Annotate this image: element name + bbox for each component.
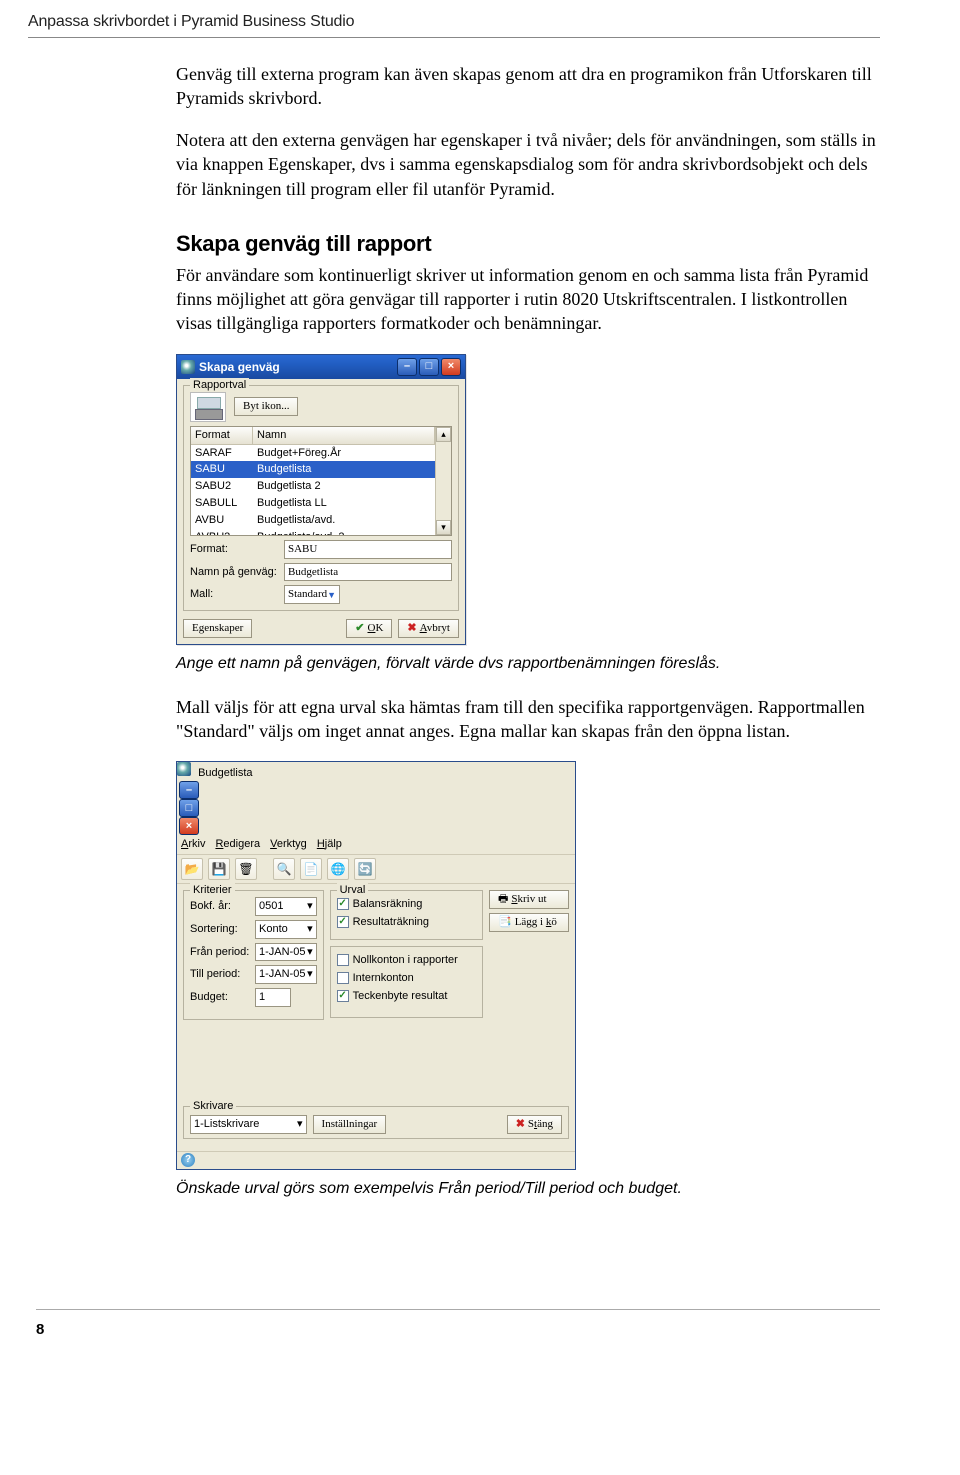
queue-icon: 📑	[498, 915, 512, 930]
group-kriterier: Kriterier	[190, 883, 235, 898]
caption-2: Önskade urval görs som exempelvis Från p…	[176, 1178, 880, 1200]
bokfar-field[interactable]: 0501▾	[255, 897, 317, 916]
scrollbar[interactable]: ▴ ▾	[435, 427, 451, 535]
toolbar-delete-icon[interactable]: 🗑	[235, 858, 257, 880]
header-title: Anpassa skrivbordet i Pyramid Business S…	[28, 13, 354, 30]
group-skrivare: Skrivare	[190, 1099, 236, 1114]
printer-icon	[190, 392, 226, 422]
budget-field[interactable]: 1	[255, 988, 291, 1007]
titlebar[interactable]: Skapa genväg – □ ×	[177, 355, 465, 379]
help-icon[interactable]: ?	[181, 1153, 195, 1167]
label-namn: Namn på genväg:	[190, 565, 280, 580]
print-icon: 🖶	[498, 892, 508, 907]
chevron-down-icon: ▾	[307, 945, 313, 960]
chk-intern[interactable]: Internkonton	[337, 971, 476, 986]
check-icon: ✔	[355, 621, 364, 636]
chevron-down-icon: ▼	[327, 589, 336, 601]
heading-skapa-genvag: Skapa genväg till rapport	[176, 229, 880, 259]
ok-button[interactable]: ✔OK	[346, 619, 392, 638]
mall-dropdown[interactable]: Standard▼	[284, 585, 340, 604]
paragraph-2: Notera att den externa genvägen har egen…	[176, 128, 880, 201]
chk-noll[interactable]: Nollkonton i rapporter	[337, 953, 476, 968]
page-footer: 8	[36, 1309, 880, 1340]
namn-field[interactable]: Budgetlista	[284, 563, 452, 582]
chevron-down-icon: ▾	[307, 967, 313, 982]
toolbar-open-icon[interactable]: 📂	[181, 858, 203, 880]
dialog-skapa-genvag: Skapa genväg – □ × Rapportval Byt ikon..…	[176, 354, 466, 645]
window-title: Budgetlista	[198, 767, 252, 779]
app-icon	[181, 360, 195, 374]
toolbar-find-icon[interactable]: 🔍	[273, 858, 295, 880]
till-field[interactable]: 1-JAN-05▾	[255, 965, 317, 984]
minimize-button[interactable]: –	[179, 781, 199, 799]
close-button[interactable]: ×	[441, 358, 461, 376]
menu-redigera[interactable]: Redigera	[215, 837, 260, 852]
list-row[interactable]: SARAFBudget+Föreg.År	[191, 445, 435, 462]
label-mall: Mall:	[190, 587, 280, 602]
dialog-budgetlista: Budgetlista – □ × Arkiv Redigera Verktyg…	[176, 761, 576, 1170]
chevron-down-icon: ▾	[307, 899, 313, 914]
toolbar-globe-icon[interactable]: 🌐	[327, 858, 349, 880]
skriv-ut-button[interactable]: 🖶Skriv ut	[489, 890, 569, 909]
page-header: Anpassa skrivbordet i Pyramid Business S…	[28, 8, 880, 38]
group-legend: Rapportval	[190, 378, 249, 393]
menu-arkiv[interactable]: Arkiv	[181, 837, 205, 852]
paragraph-3: För användare som kontinuerligt skriver …	[176, 263, 880, 336]
chevron-down-icon: ▾	[307, 922, 313, 937]
window-title: Skapa genväg	[199, 359, 280, 375]
fran-field[interactable]: 1-JAN-05▾	[255, 943, 317, 962]
group-urval-1: Urval	[337, 883, 369, 898]
stang-button[interactable]: ✖Stäng	[507, 1115, 562, 1134]
report-list[interactable]: Format Namn SARAFBudget+Föreg.År SABUBud…	[190, 426, 452, 536]
scroll-up-icon[interactable]: ▴	[436, 427, 451, 442]
list-row[interactable]: SABU2Budgetlista 2	[191, 478, 435, 495]
cancel-icon: ✖	[407, 621, 416, 636]
toolbar-refresh-icon[interactable]: 🔄	[354, 858, 376, 880]
caption-1: Ange ett namn på genvägen, förvalt värde…	[176, 653, 880, 675]
scroll-down-icon[interactable]: ▾	[436, 520, 451, 535]
toolbar: 📂 💾 🗑 🔍 📄 🌐 🔄	[177, 855, 575, 884]
paragraph-4: Mall väljs för att egna urval ska hämtas…	[176, 695, 880, 744]
installningar-button[interactable]: Inställningar	[313, 1115, 387, 1134]
label-format: Format:	[190, 542, 280, 557]
list-header: Format Namn	[191, 427, 435, 445]
toolbar-save-icon[interactable]: 💾	[208, 858, 230, 880]
list-row[interactable]: AVBUBudgetlista/avd.	[191, 512, 435, 529]
lagg-i-ko-button[interactable]: 📑Lägg i kö	[489, 913, 569, 932]
paragraph-1: Genväg till externa program kan även ska…	[176, 62, 880, 111]
statusbar: ?	[177, 1151, 575, 1169]
minimize-button[interactable]: –	[397, 358, 417, 376]
byt-ikon-button[interactable]: Byt ikon...	[234, 397, 298, 416]
list-row[interactable]: SABULLBudgetlista LL	[191, 495, 435, 512]
menubar: Arkiv Redigera Verktyg Hjälp	[177, 835, 575, 855]
menu-verktyg[interactable]: Verktyg	[270, 837, 307, 852]
close-button[interactable]: ×	[179, 817, 199, 835]
titlebar[interactable]: Budgetlista – □ ×	[177, 762, 575, 835]
avbryt-button[interactable]: ✖Avbryt	[398, 619, 459, 638]
maximize-button[interactable]: □	[179, 799, 199, 817]
chk-tecken[interactable]: ✓Teckenbyte resultat	[337, 989, 476, 1004]
sort-field[interactable]: Konto▾	[255, 920, 317, 939]
skrivare-dropdown[interactable]: 1-Listskrivare▾	[190, 1115, 307, 1134]
list-row[interactable]: AVBU2Budgetlista/avd. 2	[191, 529, 435, 536]
format-field[interactable]: SABU	[284, 540, 452, 559]
menu-hjalp[interactable]: Hjälp	[317, 837, 342, 852]
chk-resultat[interactable]: ✓Resultaträkning	[337, 915, 476, 930]
egenskaper-button[interactable]: Egenskaper	[183, 619, 252, 638]
page-number: 8	[36, 1321, 44, 1338]
maximize-button[interactable]: □	[419, 358, 439, 376]
toolbar-page-icon[interactable]: 📄	[300, 858, 322, 880]
chevron-down-icon: ▾	[297, 1117, 303, 1132]
close-icon: ✖	[516, 1117, 525, 1132]
chk-balans[interactable]: ✓Balansräkning	[337, 897, 476, 912]
app-icon	[177, 762, 191, 776]
list-row[interactable]: SABUBudgetlista	[191, 461, 435, 478]
